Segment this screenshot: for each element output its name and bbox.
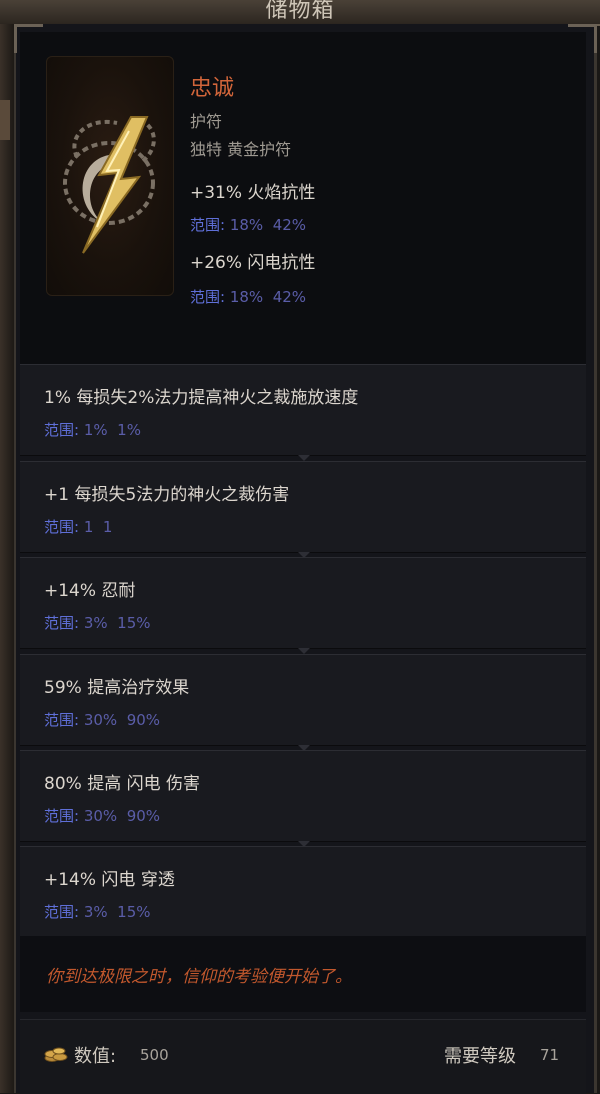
range-label: 范围: <box>190 216 226 234</box>
modifier-text: 59% 提高治疗效果 <box>44 678 190 698</box>
modifier-text: +14% 闪电 穿透 <box>44 870 175 890</box>
range-label: 范围: <box>44 903 80 921</box>
modifier-range: 范围: 3% 15% <box>44 901 151 922</box>
modifier-range: 范围: 1 1 <box>44 516 112 537</box>
required-level-value: 71 <box>540 1046 560 1064</box>
range-values: 30% 90% <box>83 711 161 729</box>
range-values: 30% 90% <box>83 807 161 825</box>
modifier-range: 范围: 1% 1% <box>44 419 141 440</box>
item-type: 护符 <box>190 112 223 131</box>
range-values: 18% 42% <box>229 216 307 234</box>
modifier-row: +1 每损失5法力的神火之裁伤害 范围: 1 1 <box>20 461 586 558</box>
flavor-box: 你到达极限之时，信仰的考验便开始了。 <box>20 936 586 1012</box>
range-label: 范围: <box>190 288 226 306</box>
range-label: 范围: <box>44 421 80 439</box>
modifier-text: 1% 每损失2%法力提高神火之裁施放速度 <box>44 388 359 408</box>
item-name: 忠诚 <box>190 76 235 101</box>
modifier-row: +14% 闪电 穿透 范围: 3% 15% <box>20 846 586 938</box>
implicit-range: 范围: 18% 42% <box>190 214 306 235</box>
range-values: 3% 15% <box>83 614 151 632</box>
modifier-range: 范围: 3% 15% <box>44 612 151 633</box>
range-label: 范围: <box>44 614 80 632</box>
range-values: 1 1 <box>83 518 113 536</box>
implicit-range: 范围: 18% 42% <box>190 286 306 307</box>
range-values: 18% 42% <box>229 288 307 306</box>
modifier-row: +14% 忍耐 范围: 3% 15% <box>20 557 586 654</box>
flavor-text: 你到达极限之时，信仰的考验便开始了。 <box>46 967 352 987</box>
modifier-text: +1 每损失5法力的神火之裁伤害 <box>44 485 290 505</box>
window-title-bar: 储物箱 <box>0 0 600 26</box>
window-title: 储物箱 <box>265 0 335 23</box>
value-label: 数值: <box>74 1046 117 1067</box>
modifier-row: 1% 每损失2%法力提高神火之裁施放速度 范围: 1% 1% <box>20 364 586 461</box>
modifier-text: +14% 忍耐 <box>44 581 136 601</box>
range-values: 1% 1% <box>83 421 141 439</box>
item-tooltip: 忠诚 护符 独特 黄金护符 +31% 火焰抗性 范围: 18% 42% +26%… <box>14 24 597 1094</box>
range-label: 范围: <box>44 711 80 729</box>
required-level-label: 需要等级 <box>444 1046 516 1067</box>
left-edge-strip <box>0 24 14 1093</box>
modifier-range: 范围: 30% 90% <box>44 805 160 826</box>
item-footer: 数值: 500 需要等级 71 <box>20 1019 586 1094</box>
modifier-range: 范围: 30% 90% <box>44 709 160 730</box>
modifier-row: 80% 提高 闪电 伤害 范围: 30% 90% <box>20 750 586 847</box>
modifier-text: 80% 提高 闪电 伤害 <box>44 774 200 794</box>
coin-stack-icon <box>44 1043 68 1063</box>
implicit-stat: +26% 闪电抗性 <box>190 253 316 273</box>
lightning-amulet-icon <box>46 56 174 296</box>
implicit-stat: +31% 火焰抗性 <box>190 183 316 203</box>
modifier-row: 59% 提高治疗效果 范围: 30% 90% <box>20 654 586 751</box>
range-values: 3% 15% <box>83 903 151 921</box>
value-amount: 500 <box>140 1046 169 1064</box>
item-header: 忠诚 护符 独特 黄金护符 +31% 火焰抗性 范围: 18% 42% +26%… <box>20 32 586 364</box>
item-base-type: 独特 黄金护符 <box>190 140 292 159</box>
range-label: 范围: <box>44 807 80 825</box>
range-label: 范围: <box>44 518 80 536</box>
